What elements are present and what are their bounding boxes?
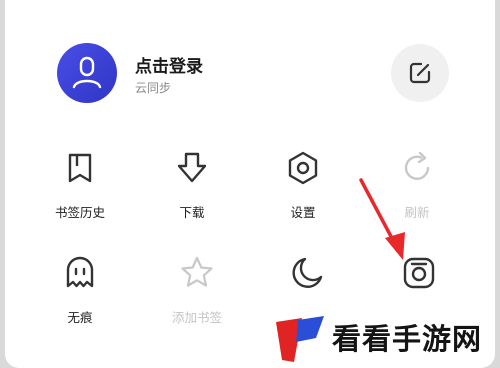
bookmark-history-button[interactable]: 书签历史 <box>40 150 120 230</box>
add-bookmark-label: 添加书签 <box>171 310 222 325</box>
moon-icon <box>292 257 323 288</box>
add-bookmark-button[interactable]: 添加书签 <box>157 255 237 335</box>
watermark: 看看手游网 <box>268 308 500 368</box>
settings-button[interactable]: 设置 <box>263 150 343 230</box>
star-icon <box>181 256 213 287</box>
download-label: 下载 <box>179 205 205 220</box>
settings-label: 设置 <box>290 205 316 220</box>
ghost-icon <box>66 256 94 288</box>
bookmark-history-label: 书签历史 <box>54 205 105 220</box>
incognito-label: 无痕 <box>67 310 93 325</box>
login-title[interactable]: 点击登录 <box>135 52 203 77</box>
user-avatar-icon <box>72 56 102 89</box>
watermark-text: 看看手游网 <box>332 322 483 356</box>
bookmark-icon <box>68 153 92 183</box>
download-arrow-icon <box>177 152 207 183</box>
watermark-logo <box>276 316 324 362</box>
settings-hexagon-icon <box>288 151 318 185</box>
sync-subtitle: 云同步 <box>135 81 172 95</box>
edit-square-icon <box>409 62 431 84</box>
avatar[interactable] <box>57 43 117 103</box>
download-button[interactable]: 下载 <box>152 150 232 230</box>
edit-button[interactable] <box>391 44 449 102</box>
annotation-arrow <box>359 178 405 260</box>
incognito-button[interactable]: 无痕 <box>40 255 120 335</box>
